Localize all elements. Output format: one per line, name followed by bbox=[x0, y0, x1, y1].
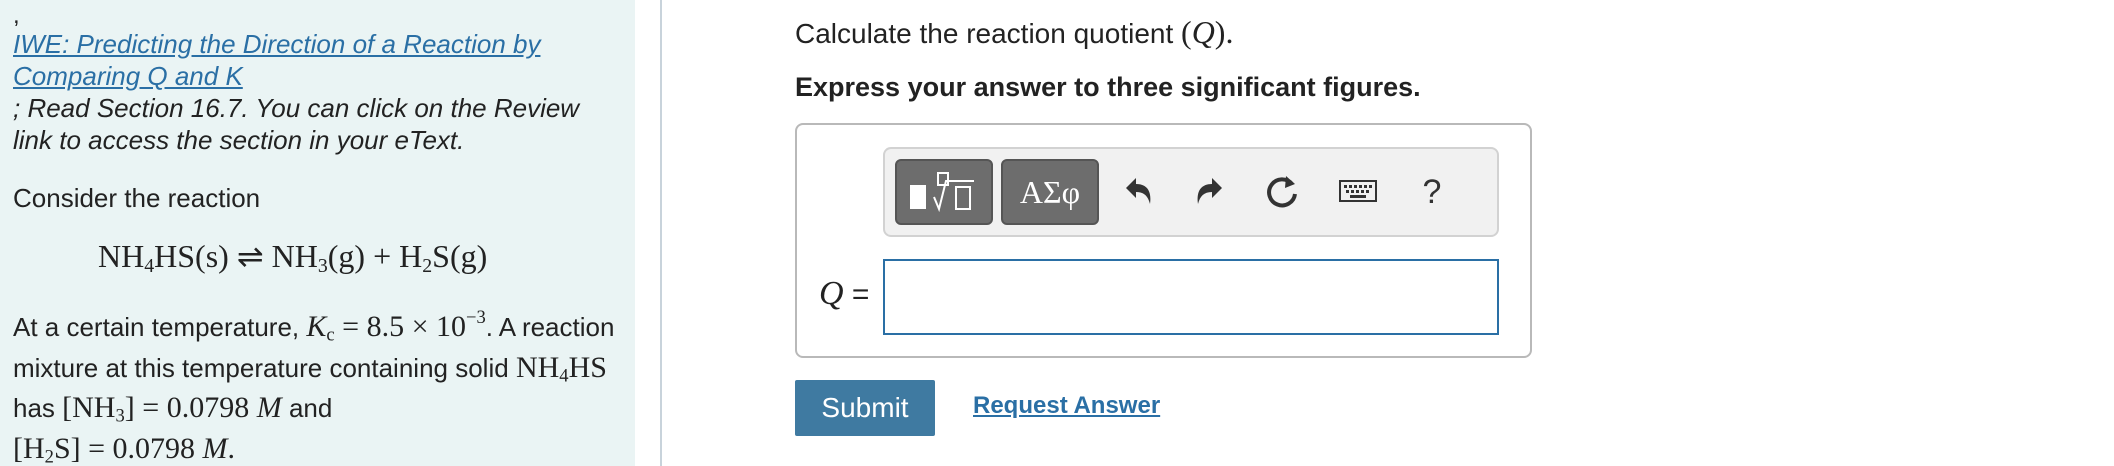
reaction-equation: NH4HS(s) ⇌ NH3(g) + H2S(g) bbox=[98, 238, 488, 277]
reset-icon[interactable] bbox=[1257, 167, 1307, 217]
template-icon bbox=[910, 172, 974, 213]
q-answer-label: Q = bbox=[819, 275, 869, 313]
temperature-paragraph: At a certain temperature, Kc = 8.5 × 10−… bbox=[13, 302, 633, 466]
reading-instructions: IWE: Predicting the Direction of a React… bbox=[13, 28, 613, 156]
sig-fig-instruction: Express your answer to three significant… bbox=[795, 72, 1421, 102]
greek-symbols-button[interactable]: ΑΣφ bbox=[1001, 159, 1099, 225]
info-panel: , IWE: Predicting the Direction of a Rea… bbox=[0, 0, 635, 466]
templates-button[interactable] bbox=[895, 159, 993, 225]
leading-comma: , bbox=[13, 2, 20, 29]
equilibrium-arrow: ⇌ bbox=[236, 238, 264, 274]
reading-note: ; Read Section 16.7. You can click on th… bbox=[13, 93, 580, 155]
solid-formula: NH4HS bbox=[515, 350, 607, 387]
redo-icon[interactable] bbox=[1185, 167, 1235, 217]
question-label: Calculate the reaction quotient bbox=[795, 18, 1174, 49]
h2s-concentration: [H2S] = 0.0798 M. bbox=[13, 431, 236, 466]
help-button[interactable]: ? bbox=[1407, 167, 1457, 217]
q-variable: Q bbox=[819, 275, 844, 312]
q-symbol: (Q). bbox=[1181, 14, 1234, 50]
question-text: Calculate the reaction quotient (Q). bbox=[795, 14, 1233, 51]
keyboard-icon[interactable] bbox=[1333, 167, 1383, 217]
nh3-concentration: [NH3] = 0.0798 M bbox=[62, 391, 282, 427]
math-toolbar: ΑΣφ ? bbox=[883, 147, 1499, 237]
submit-button[interactable]: Submit bbox=[795, 380, 935, 436]
undo-icon[interactable] bbox=[1113, 167, 1163, 217]
answer-box: ΑΣφ ? Q = bbox=[795, 123, 1532, 358]
iwe-link[interactable]: IWE: Predicting the Direction of a React… bbox=[13, 29, 540, 91]
consider-text: Consider the reaction bbox=[13, 183, 261, 213]
and-text: and bbox=[288, 393, 333, 424]
page: , IWE: Predicting the Direction of a Rea… bbox=[0, 0, 2114, 466]
has-text: has bbox=[13, 393, 55, 424]
request-answer-link[interactable]: Request Answer bbox=[973, 392, 1160, 420]
equals-sign: = bbox=[851, 278, 870, 311]
q-answer-input[interactable] bbox=[883, 259, 1499, 335]
panel-divider bbox=[660, 0, 662, 466]
temp-prefix: At a certain temperature, bbox=[13, 312, 300, 343]
kc-expression: Kc = 8.5 × 10−3 bbox=[306, 307, 486, 346]
